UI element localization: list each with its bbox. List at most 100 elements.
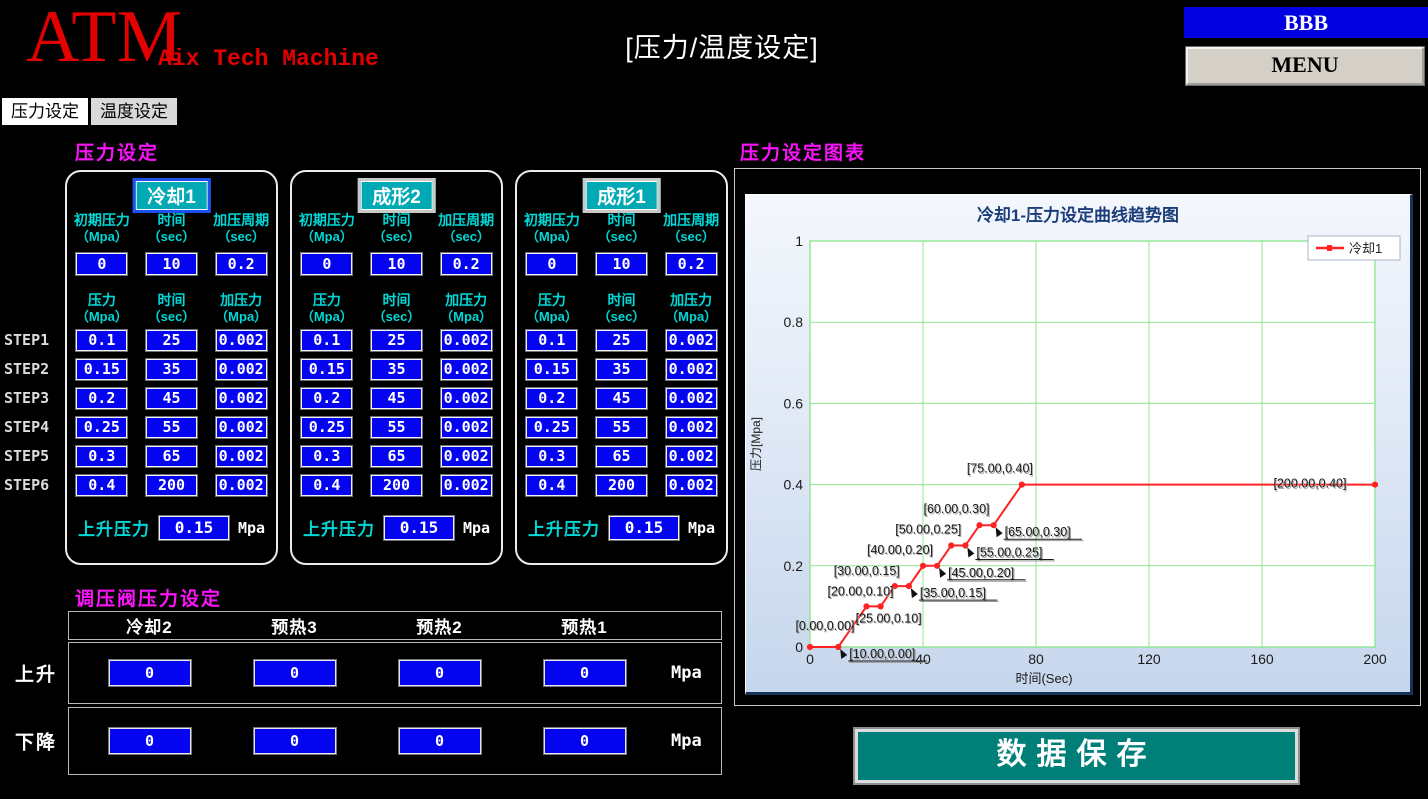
value-input[interactable]: 0 [254,660,336,686]
column-header-unit: （Mpa） [517,229,587,245]
value-input[interactable]: 0.1 [301,330,352,351]
tab-temperature[interactable]: 温度设定 [91,98,177,125]
value-input[interactable]: 0.002 [441,330,492,351]
panel-select-button[interactable]: 冷却1 [132,178,211,213]
value-input[interactable]: 0 [109,660,191,686]
value-input[interactable]: 0.002 [441,446,492,467]
value-input[interactable]: 0.002 [666,359,717,380]
value-input[interactable]: 0 [109,728,191,754]
step-label-column: STEP1STEP2STEP3STEP4STEP5STEP6 [4,330,62,504]
rise-pressure-input[interactable]: 0.15 [159,516,229,540]
value-input[interactable]: 0.4 [76,475,127,496]
value-input[interactable]: 200 [371,475,422,496]
value-input[interactable]: 45 [596,388,647,409]
value-input[interactable]: 45 [371,388,422,409]
value-input[interactable]: 10 [371,253,422,275]
value-input[interactable]: 0.002 [666,446,717,467]
value-input[interactable]: 0.25 [301,417,352,438]
init-value-row: 0 10 0.2 [517,253,726,275]
value-input[interactable]: 200 [146,475,197,496]
value-input[interactable]: 55 [371,417,422,438]
value-input[interactable]: 0 [254,728,336,754]
value-input[interactable]: 65 [371,446,422,467]
value-input[interactable]: 10 [146,253,197,275]
data-save-button[interactable]: 数据保存 [853,727,1300,785]
unit-label: Mpa [238,519,265,537]
value-input[interactable]: 0.2 [441,253,492,275]
bbb-button[interactable]: BBB [1184,7,1428,38]
value-input[interactable]: 0.3 [76,446,127,467]
value-input[interactable]: 0 [399,728,481,754]
value-input[interactable]: 65 [146,446,197,467]
value-input[interactable]: 0 [76,253,127,275]
column-header-unit: （Mpa） [292,309,362,325]
value-input[interactable]: 0.2 [216,253,267,275]
value-input[interactable]: 0.15 [301,359,352,380]
value-input[interactable]: 0.002 [216,475,267,496]
value-input[interactable]: 55 [146,417,197,438]
value-input[interactable]: 0.002 [441,417,492,438]
value-input[interactable]: 0.2 [666,253,717,275]
menu-button[interactable]: MENU [1186,47,1424,85]
value-input[interactable]: 0.002 [666,388,717,409]
value-input[interactable]: 25 [146,330,197,351]
value-input[interactable]: 0.002 [441,475,492,496]
value-input[interactable]: 0.2 [301,388,352,409]
value-input[interactable]: 10 [596,253,647,275]
value-input[interactable]: 0.25 [76,417,127,438]
value-input[interactable]: 0 [544,728,626,754]
value-input[interactable]: 65 [596,446,647,467]
pressure-section-title: 压力设定 [75,138,159,165]
valve-cell: 0 [512,728,657,754]
value-input[interactable]: 0.002 [666,330,717,351]
value-input[interactable]: 0.25 [526,417,577,438]
value-input[interactable]: 0.15 [526,359,577,380]
point-label: [10.00,0.00] [849,647,915,661]
value-input[interactable]: 0.2 [526,388,577,409]
value-input[interactable]: 0.3 [526,446,577,467]
panel-select-button[interactable]: 成形2 [357,178,436,213]
column-header-name: 压力 [517,292,587,309]
value-input[interactable]: 0.002 [666,475,717,496]
value-input[interactable]: 0.002 [216,388,267,409]
value-input[interactable]: 0.3 [301,446,352,467]
value-input[interactable]: 0.002 [216,330,267,351]
value-input[interactable]: 35 [146,359,197,380]
value-input[interactable]: 0.1 [76,330,127,351]
rise-pressure-input[interactable]: 0.15 [384,516,454,540]
value-input[interactable]: 0.4 [526,475,577,496]
value-input[interactable]: 55 [596,417,647,438]
value-input[interactable]: 0.002 [441,359,492,380]
y-axis-label: 压力[Mpa] [749,417,763,471]
value-input[interactable]: 0.4 [301,475,352,496]
unit-label: Mpa [463,519,490,537]
step-value-row: 0.4 200 0.002 [67,475,276,496]
value-input[interactable]: 0 [301,253,352,275]
rise-pressure-input[interactable]: 0.15 [609,516,679,540]
value-input[interactable]: 200 [596,475,647,496]
value-input[interactable]: 0.002 [216,417,267,438]
step-row-label: STEP3 [4,388,62,409]
value-input[interactable]: 0.2 [76,388,127,409]
value-input[interactable]: 0 [526,253,577,275]
panel-select-button[interactable]: 成形1 [582,178,661,213]
value-input[interactable]: 25 [371,330,422,351]
value-input[interactable]: 0.15 [76,359,127,380]
value-input[interactable]: 25 [596,330,647,351]
value-input[interactable]: 0 [399,660,481,686]
value-input[interactable]: 0.002 [216,446,267,467]
value-input[interactable]: 45 [146,388,197,409]
value-input[interactable]: 0.002 [216,359,267,380]
value-input[interactable]: 35 [371,359,422,380]
tab-pressure[interactable]: 压力设定 [2,98,88,125]
value-input[interactable]: 0 [544,660,626,686]
value-input[interactable]: 0.002 [666,417,717,438]
valve-table: 冷却2预热3预热2预热1上升0000Mpa下降0000Mpa [68,611,722,775]
value-input[interactable]: 0.002 [441,388,492,409]
unit-label: Mpa [671,663,702,683]
column-header: 加压力（Mpa） [656,292,726,324]
step-value-row: 0.15 35 0.002 [292,359,501,380]
value-input[interactable]: 35 [596,359,647,380]
value-input[interactable]: 0.1 [526,330,577,351]
column-header-name: 加压周期 [656,212,726,229]
